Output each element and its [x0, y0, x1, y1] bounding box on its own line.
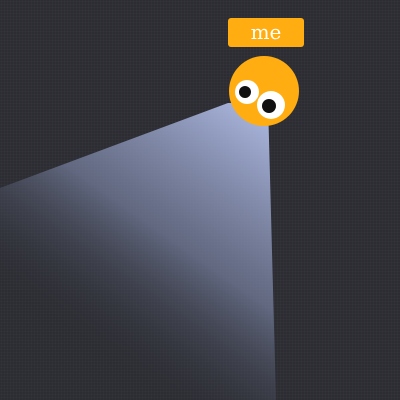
game-canvas[interactable]: me — [0, 0, 400, 400]
left-pupil — [239, 86, 251, 98]
right-eye — [257, 91, 285, 119]
flashlight-beam — [0, 103, 276, 400]
right-pupil — [262, 99, 276, 113]
player-name-tag: me — [228, 18, 304, 47]
player-character — [229, 56, 299, 126]
left-eye — [235, 80, 259, 104]
